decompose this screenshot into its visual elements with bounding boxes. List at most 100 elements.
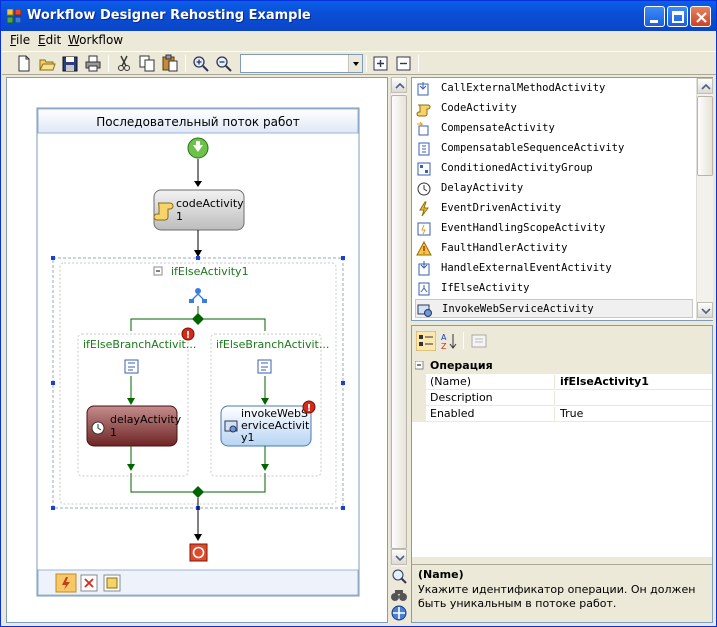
clock-icon <box>417 182 431 196</box>
view-workflow-tab[interactable] <box>55 573 77 593</box>
maximize-button[interactable] <box>667 6 688 27</box>
sort-alphabetical-icon[interactable]: AZ <box>439 331 459 351</box>
toolbar-separator <box>418 55 419 72</box>
maximize-icon <box>672 11 684 23</box>
menu-workflow[interactable]: Workflow <box>68 33 123 47</box>
toolbox-item-label: InvokeWebServiceActivity <box>442 303 594 315</box>
toolbox-item[interactable]: FaultHandlerActivity <box>415 239 693 258</box>
chevron-down-icon <box>353 62 359 66</box>
property-key: Description <box>428 391 555 406</box>
toolbox-item-label: CallExternalMethodActivity <box>441 82 606 94</box>
menu-edit[interactable]: Edit <box>38 33 61 47</box>
fault-handler-icon <box>416 241 432 256</box>
compensatable-sequence-icon <box>418 142 430 156</box>
toolbox-item[interactable]: EventDrivenActivity <box>415 199 693 218</box>
event-scope-icon <box>417 222 431 236</box>
property-category[interactable]: Операция <box>412 357 712 374</box>
designer-canvas[interactable]: Последовательный поток работ codeActivit… <box>7 78 387 622</box>
navigate-tool-icon[interactable] <box>389 604 410 622</box>
property-row-enabled[interactable]: Enabled True <box>412 406 712 422</box>
toolbox-item-label: IfElseActivity <box>441 282 530 294</box>
toolbox-item-label: EventHandlingScopeActivity <box>441 222 606 234</box>
toolbox-item[interactable]: IfElseActivity <box>415 279 693 298</box>
toolbox-item[interactable]: CallExternalMethodActivity <box>415 79 693 98</box>
chevron-down-icon <box>395 555 405 562</box>
view-cancel-handler-tab[interactable] <box>80 574 98 592</box>
scroll-up-button[interactable] <box>697 78 713 94</box>
toolbox-item[interactable]: EventHandlingScopeActivity <box>415 219 693 238</box>
collapse-icon[interactable] <box>394 54 414 73</box>
row-gutter <box>412 390 426 406</box>
new-icon[interactable] <box>14 54 34 73</box>
save-icon[interactable] <box>60 54 80 73</box>
toolbox-item-label: ConditionedActivityGroup <box>441 162 593 174</box>
toolbox-item[interactable]: DelayActivity <box>415 179 693 198</box>
paste-icon[interactable] <box>160 54 180 73</box>
expand-icon[interactable] <box>371 54 391 73</box>
pan-tool-icon[interactable] <box>389 586 410 604</box>
property-value-input[interactable]: True <box>558 407 712 422</box>
toolbar-separator <box>463 332 464 349</box>
title-bar[interactable]: Workflow Designer Rehosting Example <box>1 1 716 31</box>
scroll-up-button[interactable] <box>391 77 407 93</box>
zoom-combo[interactable] <box>240 54 363 73</box>
toolbox-item[interactable]: CodeActivity <box>415 99 693 118</box>
property-value-input[interactable] <box>558 391 712 406</box>
web-service-icon <box>417 304 432 317</box>
chevron-up-icon <box>701 83 711 90</box>
minimize-button[interactable] <box>644 6 665 27</box>
workflow-title: Последовательный поток работ <box>96 115 299 129</box>
scroll-thumb[interactable] <box>697 96 713 176</box>
delay-activity[interactable]: delayActivity 1 <box>86 405 182 447</box>
call-external-method-icon <box>417 82 429 96</box>
app-icon <box>7 9 21 23</box>
cut-icon[interactable] <box>114 54 134 73</box>
chevron-up-icon <box>395 82 405 89</box>
main-toolbar <box>2 51 716 75</box>
menu-file[interactable]: File <box>10 33 30 47</box>
copy-icon[interactable] <box>137 54 157 73</box>
property-row-description[interactable]: Description <box>412 390 712 406</box>
designer-vertical-scrollbar[interactable] <box>390 77 407 567</box>
toolbox-item[interactable]: ConditionedActivityGroup <box>415 159 693 178</box>
row-gutter <box>412 406 426 422</box>
handle-event-icon <box>418 261 430 276</box>
zoom-in-icon[interactable] <box>191 54 211 73</box>
print-icon[interactable] <box>83 54 103 73</box>
toolbox-item[interactable]: HandleExternalEventActivity <box>415 259 693 278</box>
zoom-out-icon[interactable] <box>214 54 234 73</box>
collapse-category-icon[interactable] <box>415 361 424 370</box>
toolbox-vertical-scrollbar[interactable] <box>696 78 713 320</box>
chevron-down-icon <box>701 308 711 315</box>
zoom-tool-icon[interactable] <box>389 567 410 585</box>
invoke-web-service-activity[interactable]: invokeWebS erviceActivit y1 <box>220 405 312 447</box>
property-pages-icon[interactable] <box>469 331 489 351</box>
open-icon[interactable] <box>37 54 57 73</box>
view-fault-handler-tab[interactable] <box>103 574 121 592</box>
toolbox-item-label: CompensateActivity <box>441 122 555 134</box>
fault-handler-view-icon <box>106 577 118 589</box>
minimize-icon <box>650 20 658 23</box>
combo-dropdown-button[interactable] <box>348 55 362 72</box>
properties-toolbar: AZ <box>412 326 712 356</box>
scroll-down-button[interactable] <box>697 302 713 318</box>
property-row-name[interactable]: (Name) ifElseActivity1 <box>412 374 712 390</box>
toolbox-item[interactable]: InvokeWebServiceActivity <box>415 299 693 318</box>
toolbox-item[interactable]: CompensatableSequenceActivity <box>415 139 693 158</box>
properties-panel: AZ Операция (Name) ifElseActivity1 Descr… <box>411 325 713 623</box>
toolbox-item[interactable]: CompensateActivity <box>415 119 693 138</box>
toolbox-item-label: EventDrivenActivity <box>441 202 562 214</box>
row-gutter <box>412 374 426 390</box>
scroll-down-button[interactable] <box>391 549 407 565</box>
close-button[interactable] <box>690 6 711 27</box>
ifelse-label: ifElseActivity1 <box>171 265 249 278</box>
error-glyph: ! <box>307 403 312 414</box>
toolbox-item-label: HandleExternalEventActivity <box>441 262 612 274</box>
scroll-thumb[interactable] <box>391 95 407 549</box>
code-activity[interactable]: codeActivity 1 <box>153 189 245 231</box>
categorized-icon[interactable] <box>416 331 436 351</box>
close-icon <box>696 12 707 23</box>
property-value-input[interactable]: ifElseActivity1 <box>558 375 712 390</box>
toolbar-separator <box>366 55 367 72</box>
workflow-start-icon <box>187 137 209 159</box>
